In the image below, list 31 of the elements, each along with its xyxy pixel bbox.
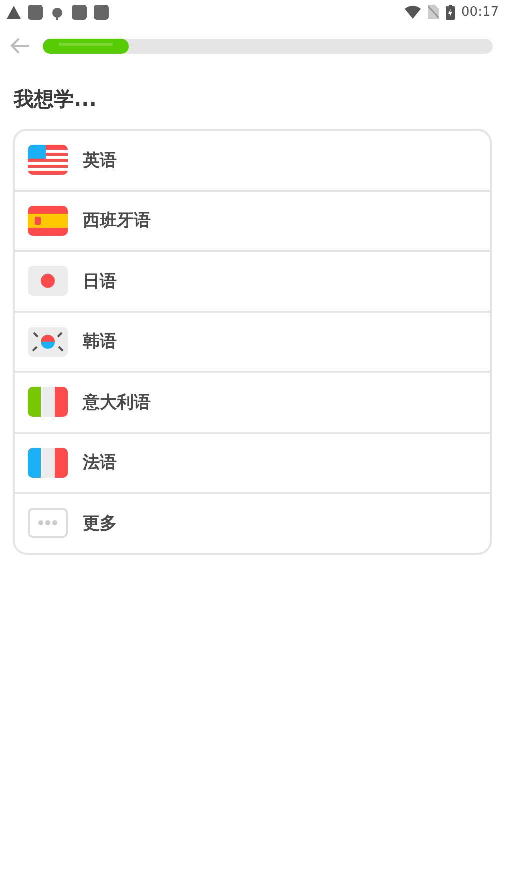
flag-icon [28,387,68,418]
language-option[interactable]: 法语 [15,432,490,492]
language-option[interactable]: 意大利语 [15,371,490,432]
flag-icon [28,206,68,236]
language-name: 韩语 [83,331,117,354]
language-option[interactable]: 韩语 [15,310,490,371]
flag-icon [28,145,68,176]
clock-time: 00:17 [462,4,499,20]
back-arrow-icon[interactable] [10,38,30,54]
square-icon [28,4,43,20]
page-title: 我想学... [12,86,98,113]
warning-icon [7,6,21,18]
more-icon [28,508,68,538]
battery-icon [446,4,455,20]
language-option[interactable]: 日语 [15,250,490,310]
square-icon [72,4,87,20]
language-name: 西班牙语 [83,210,151,232]
language-option[interactable]: 英语 [15,131,490,190]
flag-icon [28,448,68,478]
flag-icon [28,326,68,357]
language-name: 日语 [83,270,117,293]
flag-icon [28,266,68,296]
language-option[interactable]: 西班牙语 [15,190,490,250]
language-name: 英语 [83,150,117,172]
language-name: 法语 [83,452,117,474]
no-sim-icon [428,5,439,19]
wifi-icon [404,6,421,18]
language-name: 更多 [83,512,117,535]
language-name: 意大利语 [83,392,151,414]
language-option[interactable]: 更多 [15,492,490,552]
square-icon [94,4,109,20]
